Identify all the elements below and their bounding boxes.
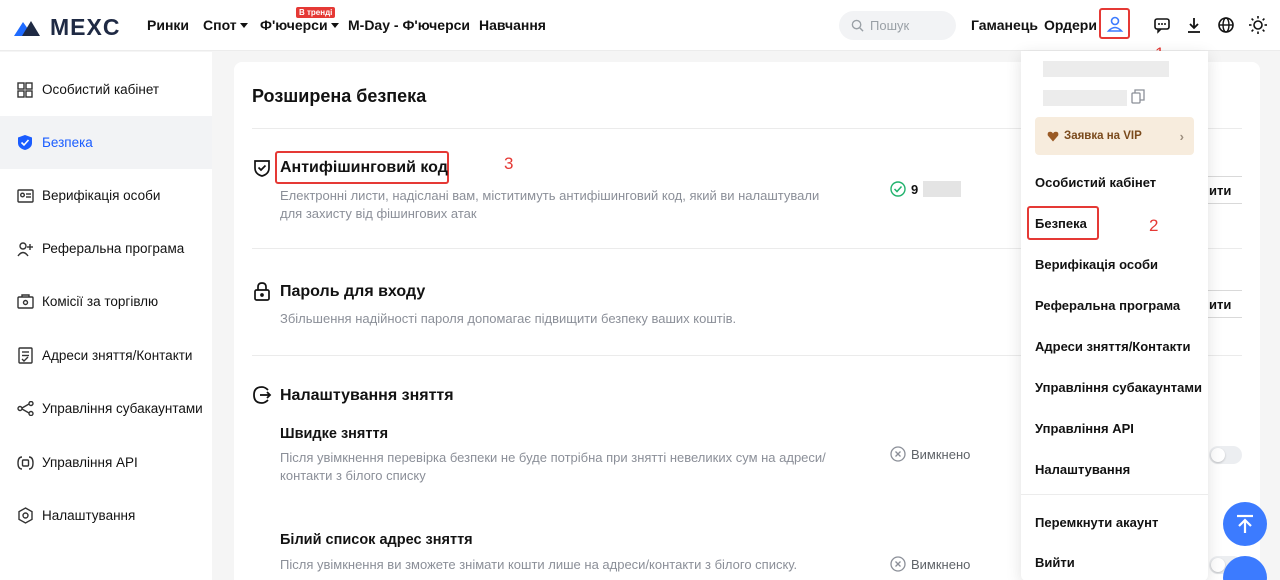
- dropdown-item-identity[interactable]: Верифікація особи: [1035, 257, 1158, 272]
- search-icon: [851, 19, 864, 32]
- masked-user-id: [1043, 90, 1127, 106]
- check-circle-icon: [890, 181, 906, 197]
- quick-withdraw-status: Вимкнено: [890, 446, 970, 462]
- copy-icon[interactable]: [1131, 89, 1145, 104]
- dropdown-item-addresses[interactable]: Адреси зняття/Контакти: [1035, 339, 1191, 354]
- add-user-icon: [16, 240, 34, 258]
- api-icon: [16, 454, 34, 472]
- sidebar-item-identity[interactable]: Верифікація особи: [0, 169, 212, 222]
- nav-markets[interactable]: Ринки: [147, 17, 189, 33]
- whitelist-title: Білий список адрес зняття: [280, 532, 473, 548]
- nav-spot-label: Спот: [203, 17, 237, 33]
- mexc-logo-icon: [14, 20, 40, 36]
- status-text: Вимкнено: [911, 556, 971, 572]
- x-circle-icon: [890, 556, 906, 572]
- x-circle-icon: [890, 446, 906, 462]
- fee-icon: [16, 293, 34, 311]
- top-navigation: MEXC Ринки Спот В тренді Ф'ючерси M-Day …: [0, 0, 1280, 63]
- sidebar-item-dashboard[interactable]: Особистий кабінет: [0, 63, 212, 116]
- whitelist-status: Вимкнено: [890, 556, 970, 572]
- chevron-down-icon: [239, 23, 248, 28]
- anti-phishing-status: 9: [890, 181, 962, 197]
- shield-icon: [16, 134, 34, 152]
- sidebar-item-label: Верифікація особи: [42, 188, 161, 203]
- sidebar-item-label: Управління субакаунтами: [42, 401, 203, 416]
- nav-orders[interactable]: Ордери: [1044, 17, 1097, 33]
- annotation-marker-3: 3: [504, 154, 514, 173]
- sidebar-item-security[interactable]: Безпека: [0, 116, 212, 169]
- search-box[interactable]: [839, 11, 956, 40]
- logo-text: MEXC: [50, 14, 121, 40]
- sidebar-item-subaccounts[interactable]: Управління субакаунтами: [0, 382, 212, 435]
- dropdown-item-settings[interactable]: Налаштування: [1035, 462, 1130, 477]
- user-menu-button[interactable]: [1099, 8, 1130, 39]
- quick-withdraw-toggle[interactable]: [1209, 446, 1242, 464]
- dashboard-icon: [16, 81, 34, 99]
- vip-label: Заявка на VIP: [1064, 130, 1142, 142]
- sidebar-item-addresses[interactable]: Адреси зняття/Контакти: [0, 329, 212, 382]
- masked-account-email: [1043, 61, 1169, 77]
- sidebar-item-label: Адреси зняття/Контакти: [42, 348, 193, 363]
- globe-icon[interactable]: [1215, 14, 1237, 36]
- logo[interactable]: MEXC: [14, 14, 120, 41]
- dropdown-item-referral[interactable]: Реферальна програма: [1035, 298, 1180, 313]
- login-password-title: Пароль для входу: [280, 283, 426, 300]
- sidebar-item-label: Комісії за торгівлю: [42, 294, 159, 309]
- download-icon[interactable]: [1183, 14, 1205, 36]
- sidebar-item-label: Управління API: [42, 455, 138, 470]
- sidebar-item-fees[interactable]: Комісії за торгівлю: [0, 275, 212, 328]
- scroll-to-top-button[interactable]: [1223, 502, 1267, 546]
- status-text: Вимкнено: [911, 446, 971, 462]
- nav-wallet[interactable]: Гаманець: [971, 17, 1038, 33]
- nav-futures[interactable]: Ф'ючерси: [260, 17, 339, 33]
- sidebar-item-label: Безпека: [42, 135, 93, 150]
- sidebar: Особистий кабінет Безпека Верифікація ос…: [0, 52, 212, 580]
- id-card-icon: [16, 187, 34, 205]
- dropdown-divider: [1021, 494, 1208, 495]
- sidebar-item-api[interactable]: Управління API: [0, 436, 212, 489]
- user-dropdown-menu: Заявка на VIP › Особистий кабінет Безпек…: [1021, 51, 1208, 580]
- dropdown-item-subaccounts[interactable]: Управління субакаунтами: [1035, 380, 1202, 395]
- whitelist-description: Після увімкнення ви зможете знімати кошт…: [280, 557, 798, 572]
- dropdown-item-api[interactable]: Управління API: [1035, 421, 1134, 436]
- anti-phishing-code-prefix: 9: [911, 181, 919, 197]
- annotation-marker-2: 2: [1149, 216, 1159, 235]
- anti-phishing-title: Антифішинговий код: [280, 159, 448, 176]
- withdraw-settings-title: Налаштування зняття: [280, 387, 454, 404]
- quick-withdraw-description: Після увімкнення перевірка безпеки не бу…: [280, 450, 826, 483]
- login-password-description: Збільшення надійності пароля допомагає п…: [280, 311, 737, 326]
- subaccount-icon: [16, 400, 34, 418]
- sidebar-item-label: Реферальна програма: [42, 241, 185, 256]
- masked-code: [923, 181, 962, 197]
- nav-mday-futures[interactable]: M-Day - Ф'ючерси: [348, 17, 470, 33]
- lock-icon: [254, 282, 270, 301]
- dropdown-item-switch-account[interactable]: Перемкнути акаунт: [1035, 515, 1158, 530]
- anti-phishing-description: Електронні листи, надіслані вам, містити…: [280, 188, 820, 221]
- user-icon: [1106, 16, 1123, 32]
- chevron-right-icon: ›: [1179, 129, 1184, 144]
- dropdown-item-security[interactable]: Безпека: [1035, 216, 1087, 231]
- shield-check-icon: [254, 160, 270, 177]
- chevron-down-icon: [330, 23, 339, 28]
- nav-spot[interactable]: Спот: [203, 17, 248, 33]
- sidebar-item-referral[interactable]: Реферальна програма: [0, 222, 212, 275]
- diamond-heart-icon: [1047, 131, 1059, 141]
- message-icon[interactable]: [1151, 14, 1173, 36]
- quick-withdraw-title: Швидке зняття: [280, 426, 389, 442]
- vip-application-button[interactable]: Заявка на VIP ›: [1035, 117, 1194, 155]
- settings-icon: [16, 507, 34, 525]
- withdraw-icon: [253, 386, 272, 404]
- address-book-icon: [16, 347, 34, 365]
- theme-toggle-icon[interactable]: [1247, 14, 1269, 36]
- sidebar-item-label: Налаштування: [42, 508, 136, 523]
- nav-futures-label: Ф'ючерси: [260, 17, 328, 33]
- dropdown-item-logout[interactable]: Вийти: [1035, 555, 1075, 570]
- nav-learn[interactable]: Навчання: [479, 17, 546, 33]
- sidebar-item-settings[interactable]: Налаштування: [0, 489, 212, 542]
- sidebar-item-label: Особистий кабінет: [42, 82, 160, 97]
- page-title: Розширена безпека: [252, 86, 427, 106]
- dropdown-item-dashboard[interactable]: Особистий кабінет: [1035, 175, 1156, 190]
- arrow-up-icon: [1237, 514, 1253, 533]
- search-input[interactable]: [870, 18, 950, 33]
